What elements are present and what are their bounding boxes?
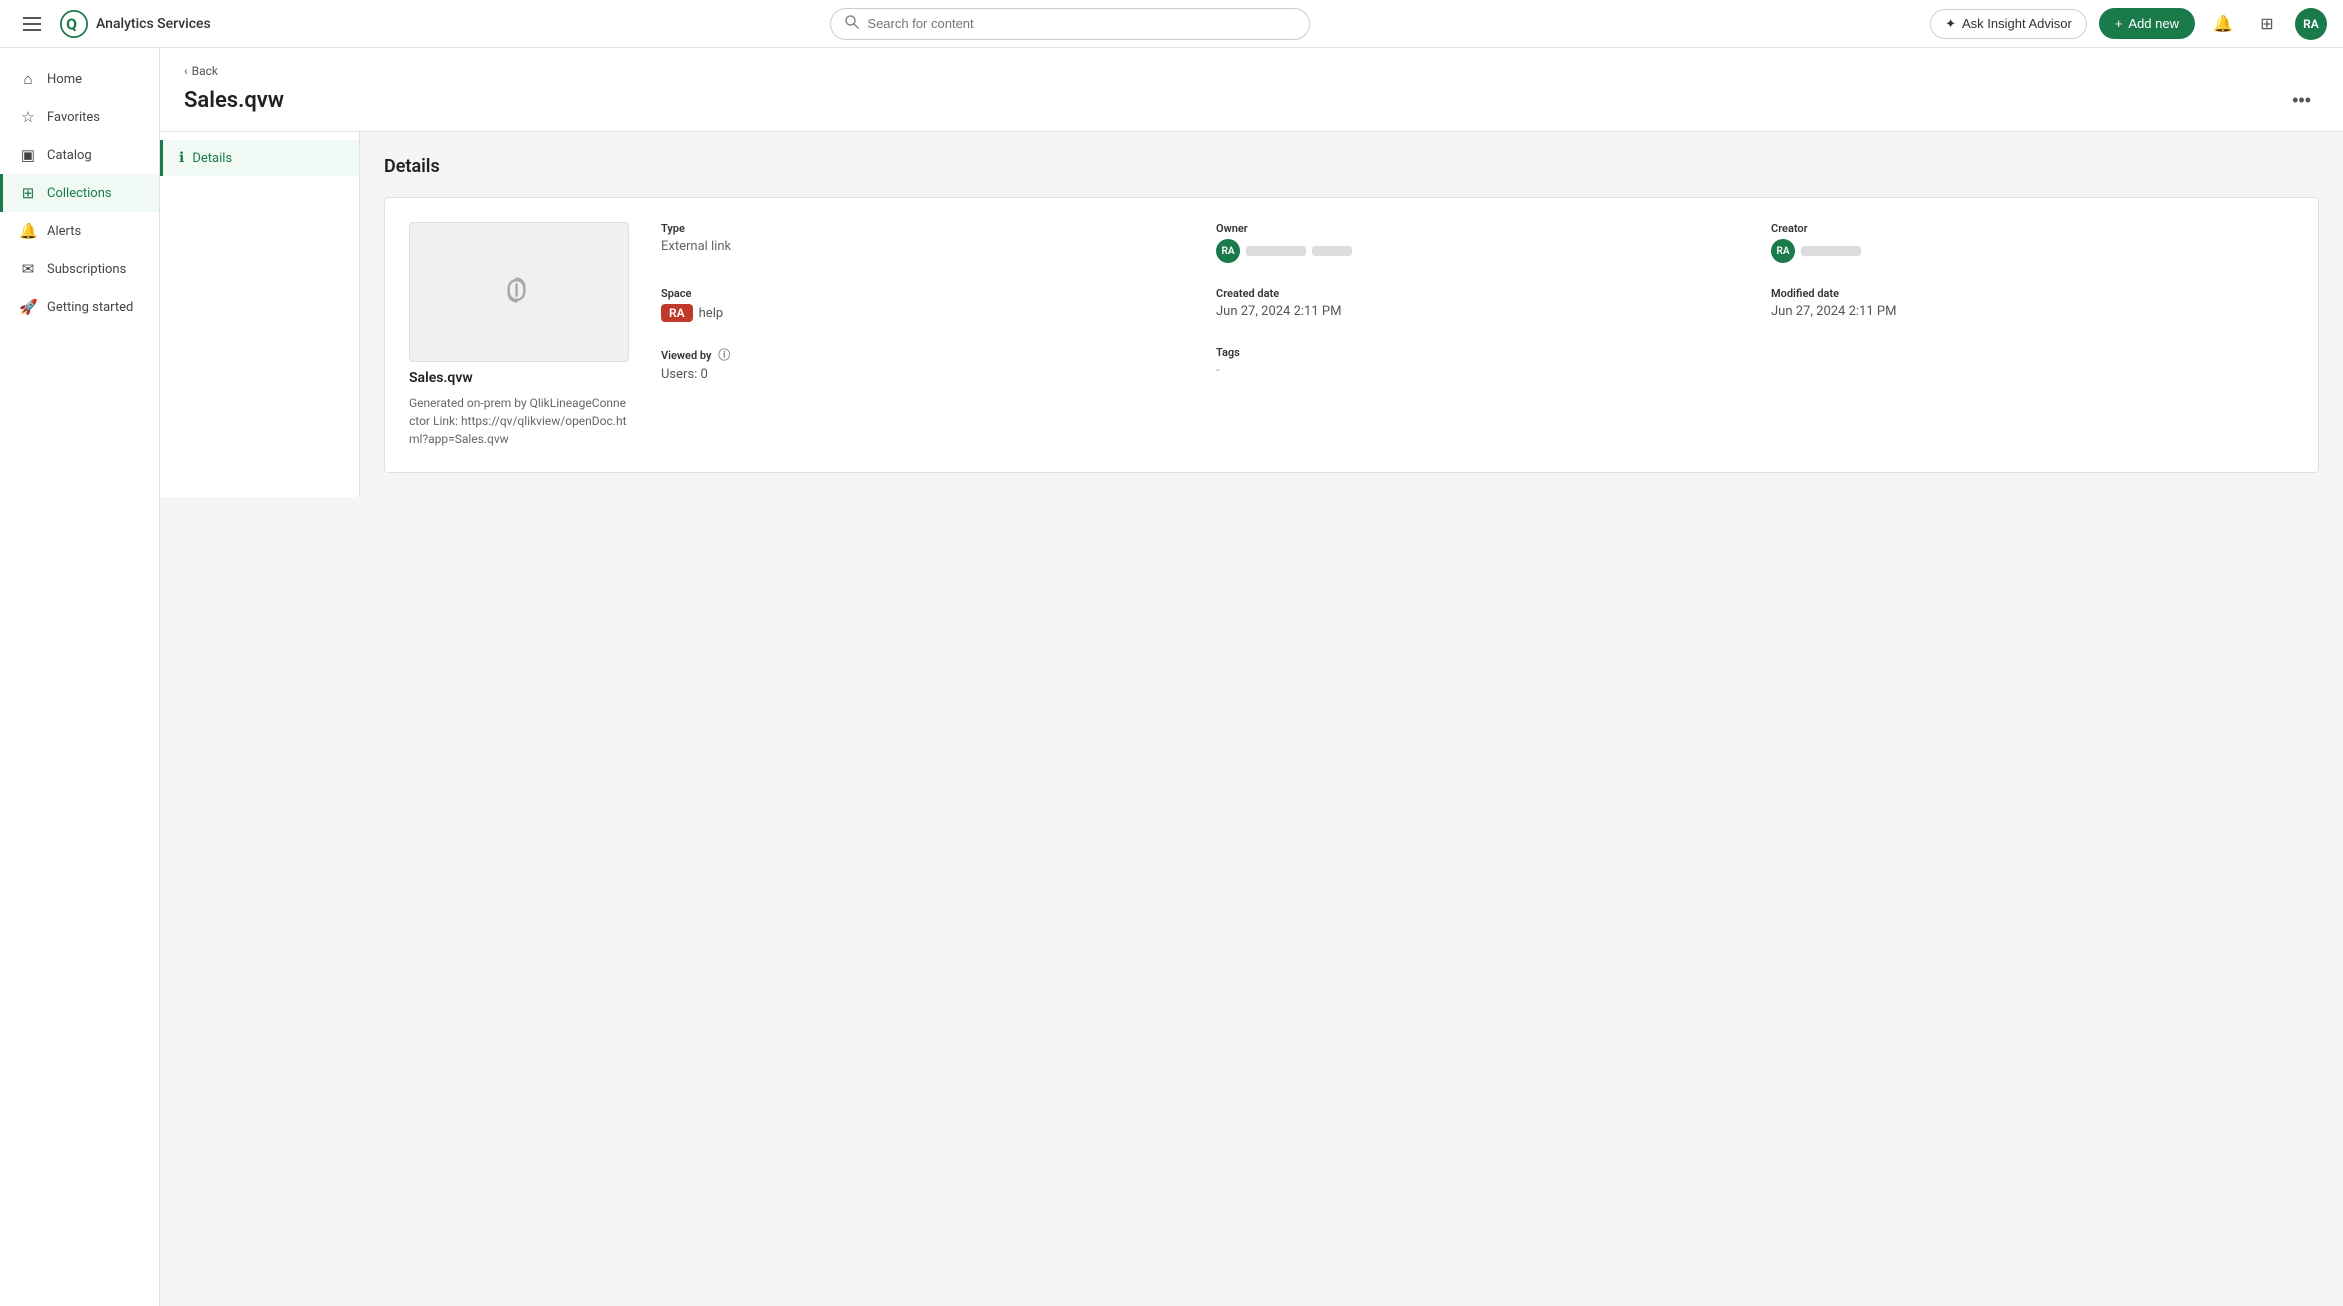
favorites-icon: ☆ [19,108,37,126]
hamburger-button[interactable] [16,8,48,40]
more-options-button[interactable]: ••• [2284,86,2319,115]
type-label: Type [661,222,1184,235]
meta-tags: Tags - [1216,346,1739,382]
meta-creator: Creator RA [1771,222,2294,263]
grid-icon: ⊞ [2260,14,2273,34]
meta-created-date: Created date Jun 27, 2024 2:11 PM [1216,287,1739,322]
tab-details-label: Details [192,151,232,166]
apps-grid-button[interactable]: ⊞ [2251,8,2283,40]
sidebar-item-home[interactable]: ⌂ Home [0,60,159,98]
space-label: Space [661,287,1184,300]
tags-value: - [1216,363,1739,378]
owner-name-placeholder2 [1312,246,1352,256]
sidebar-label-getting-started: Getting started [47,300,133,315]
meta-section: Type External link Owner RA [661,222,2294,448]
sidebar-item-subscriptions[interactable]: ✉ Subscriptions [0,250,159,288]
home-icon: ⌂ [19,70,37,88]
creator-name-placeholder [1801,246,1861,256]
sidebar-label-alerts: Alerts [47,224,81,239]
details-panel: Details [360,132,2343,497]
creator-label: Creator [1771,222,2294,235]
sidebar-item-getting-started[interactable]: 🚀 Getting started [0,288,159,326]
more-dots-icon: ••• [2292,90,2311,110]
preview-description: Generated on-prem by QlikLineageConnecto… [409,394,629,448]
back-label: Back [192,64,218,78]
creator-avatar: RA [1771,239,1795,263]
getting-started-icon: 🚀 [19,298,37,316]
sidebar-item-favorites[interactable]: ☆ Favorites [0,98,159,136]
content-area: ℹ Details Details [160,132,2343,497]
tags-label: Tags [1216,346,1739,359]
preview-section: Sales.qvw Generated on-prem by QlikLinea… [409,222,629,448]
collections-icon: ⊞ [19,184,37,202]
created-date-value: Jun 27, 2024 2:11 PM [1216,304,1739,319]
created-date-label: Created date [1216,287,1739,300]
search-box[interactable] [830,8,1310,40]
sidebar-item-collections[interactable]: ⊞ Collections [0,174,159,212]
sidebar-item-alerts[interactable]: 🔔 Alerts [0,212,159,250]
viewed-by-label: Viewed by ⓘ [661,346,1184,363]
info-icon: ⓘ [718,348,730,362]
back-link[interactable]: ‹ Back [184,64,2319,78]
space-badge-text: RA [669,306,685,320]
modified-date-label: Modified date [1771,287,2294,300]
user-avatar[interactable]: RA [2295,8,2327,40]
space-row: RA help [661,304,1184,322]
link-icon [491,264,547,320]
owner-row: RA [1216,239,1739,263]
meta-type: Type External link [661,222,1184,263]
main-content: ‹ Back Sales.qvw ••• ℹ Details Detai [160,48,2343,1306]
details-card: Sales.qvw Generated on-prem by QlikLinea… [384,197,2319,473]
sidebar-label-home: Home [47,72,82,87]
sidebar-label-favorites: Favorites [47,110,100,125]
preview-thumbnail [409,222,629,362]
space-name: help [699,306,724,321]
page-title: Sales.qvw [184,88,284,113]
search-icon [845,15,859,33]
subscriptions-icon: ✉ [19,260,37,278]
space-badge: RA [661,304,693,322]
search-input[interactable] [867,16,1295,31]
meta-modified-date: Modified date Jun 27, 2024 2:11 PM [1771,287,2294,322]
bell-icon: 🔔 [2213,14,2233,34]
type-value: External link [661,239,1184,254]
sidebar-label-catalog: Catalog [47,148,92,163]
sidebar-label-collections: Collections [47,186,112,201]
sidebar-item-catalog[interactable]: ▣ Catalog [0,136,159,174]
back-chevron-icon: ‹ [184,64,188,78]
topnav: Q Analytics Services ✦ Ask Insight Advis… [0,0,2343,48]
viewed-by-value: Users: 0 [661,367,1184,382]
meta-space: Space RA help [661,287,1184,322]
owner-avatar: RA [1216,239,1240,263]
sidebar: ⌂ Home ☆ Favorites ▣ Catalog ⊞ Collectio… [0,48,160,1306]
meta-viewed-by: Viewed by ⓘ Users: 0 [661,346,1184,382]
insight-icon: ✦ [1945,16,1956,32]
owner-name-placeholder [1246,246,1306,256]
left-panel: ℹ Details [160,132,360,497]
owner-label: Owner [1216,222,1739,235]
alerts-icon: 🔔 [19,222,37,240]
tab-details[interactable]: ℹ Details [160,140,359,176]
plus-icon: + [2115,16,2123,31]
catalog-icon: ▣ [19,146,37,164]
topnav-actions: ✦ Ask Insight Advisor + Add new 🔔 ⊞ RA [1930,8,2327,40]
page-title-row: Sales.qvw ••• [184,86,2319,115]
insight-advisor-button[interactable]: ✦ Ask Insight Advisor [1930,9,2087,39]
svg-text:Q: Q [66,14,77,33]
creator-row: RA [1771,239,2294,263]
notifications-button[interactable]: 🔔 [2207,8,2239,40]
modified-date-value: Jun 27, 2024 2:11 PM [1771,304,2294,319]
sidebar-label-subscriptions: Subscriptions [47,262,126,277]
app-layout: ⌂ Home ☆ Favorites ▣ Catalog ⊞ Collectio… [0,0,2343,1306]
details-heading: Details [384,156,2319,177]
preview-name: Sales.qvw [409,370,629,386]
search-container [223,8,1918,40]
add-new-button[interactable]: + Add new [2099,8,2195,39]
page-header: ‹ Back Sales.qvw ••• [160,48,2343,132]
info-circle-icon: ℹ [179,150,184,166]
logo[interactable]: Q Analytics Services [60,10,211,38]
meta-owner: Owner RA [1216,222,1739,263]
app-name: Analytics Services [96,16,211,32]
